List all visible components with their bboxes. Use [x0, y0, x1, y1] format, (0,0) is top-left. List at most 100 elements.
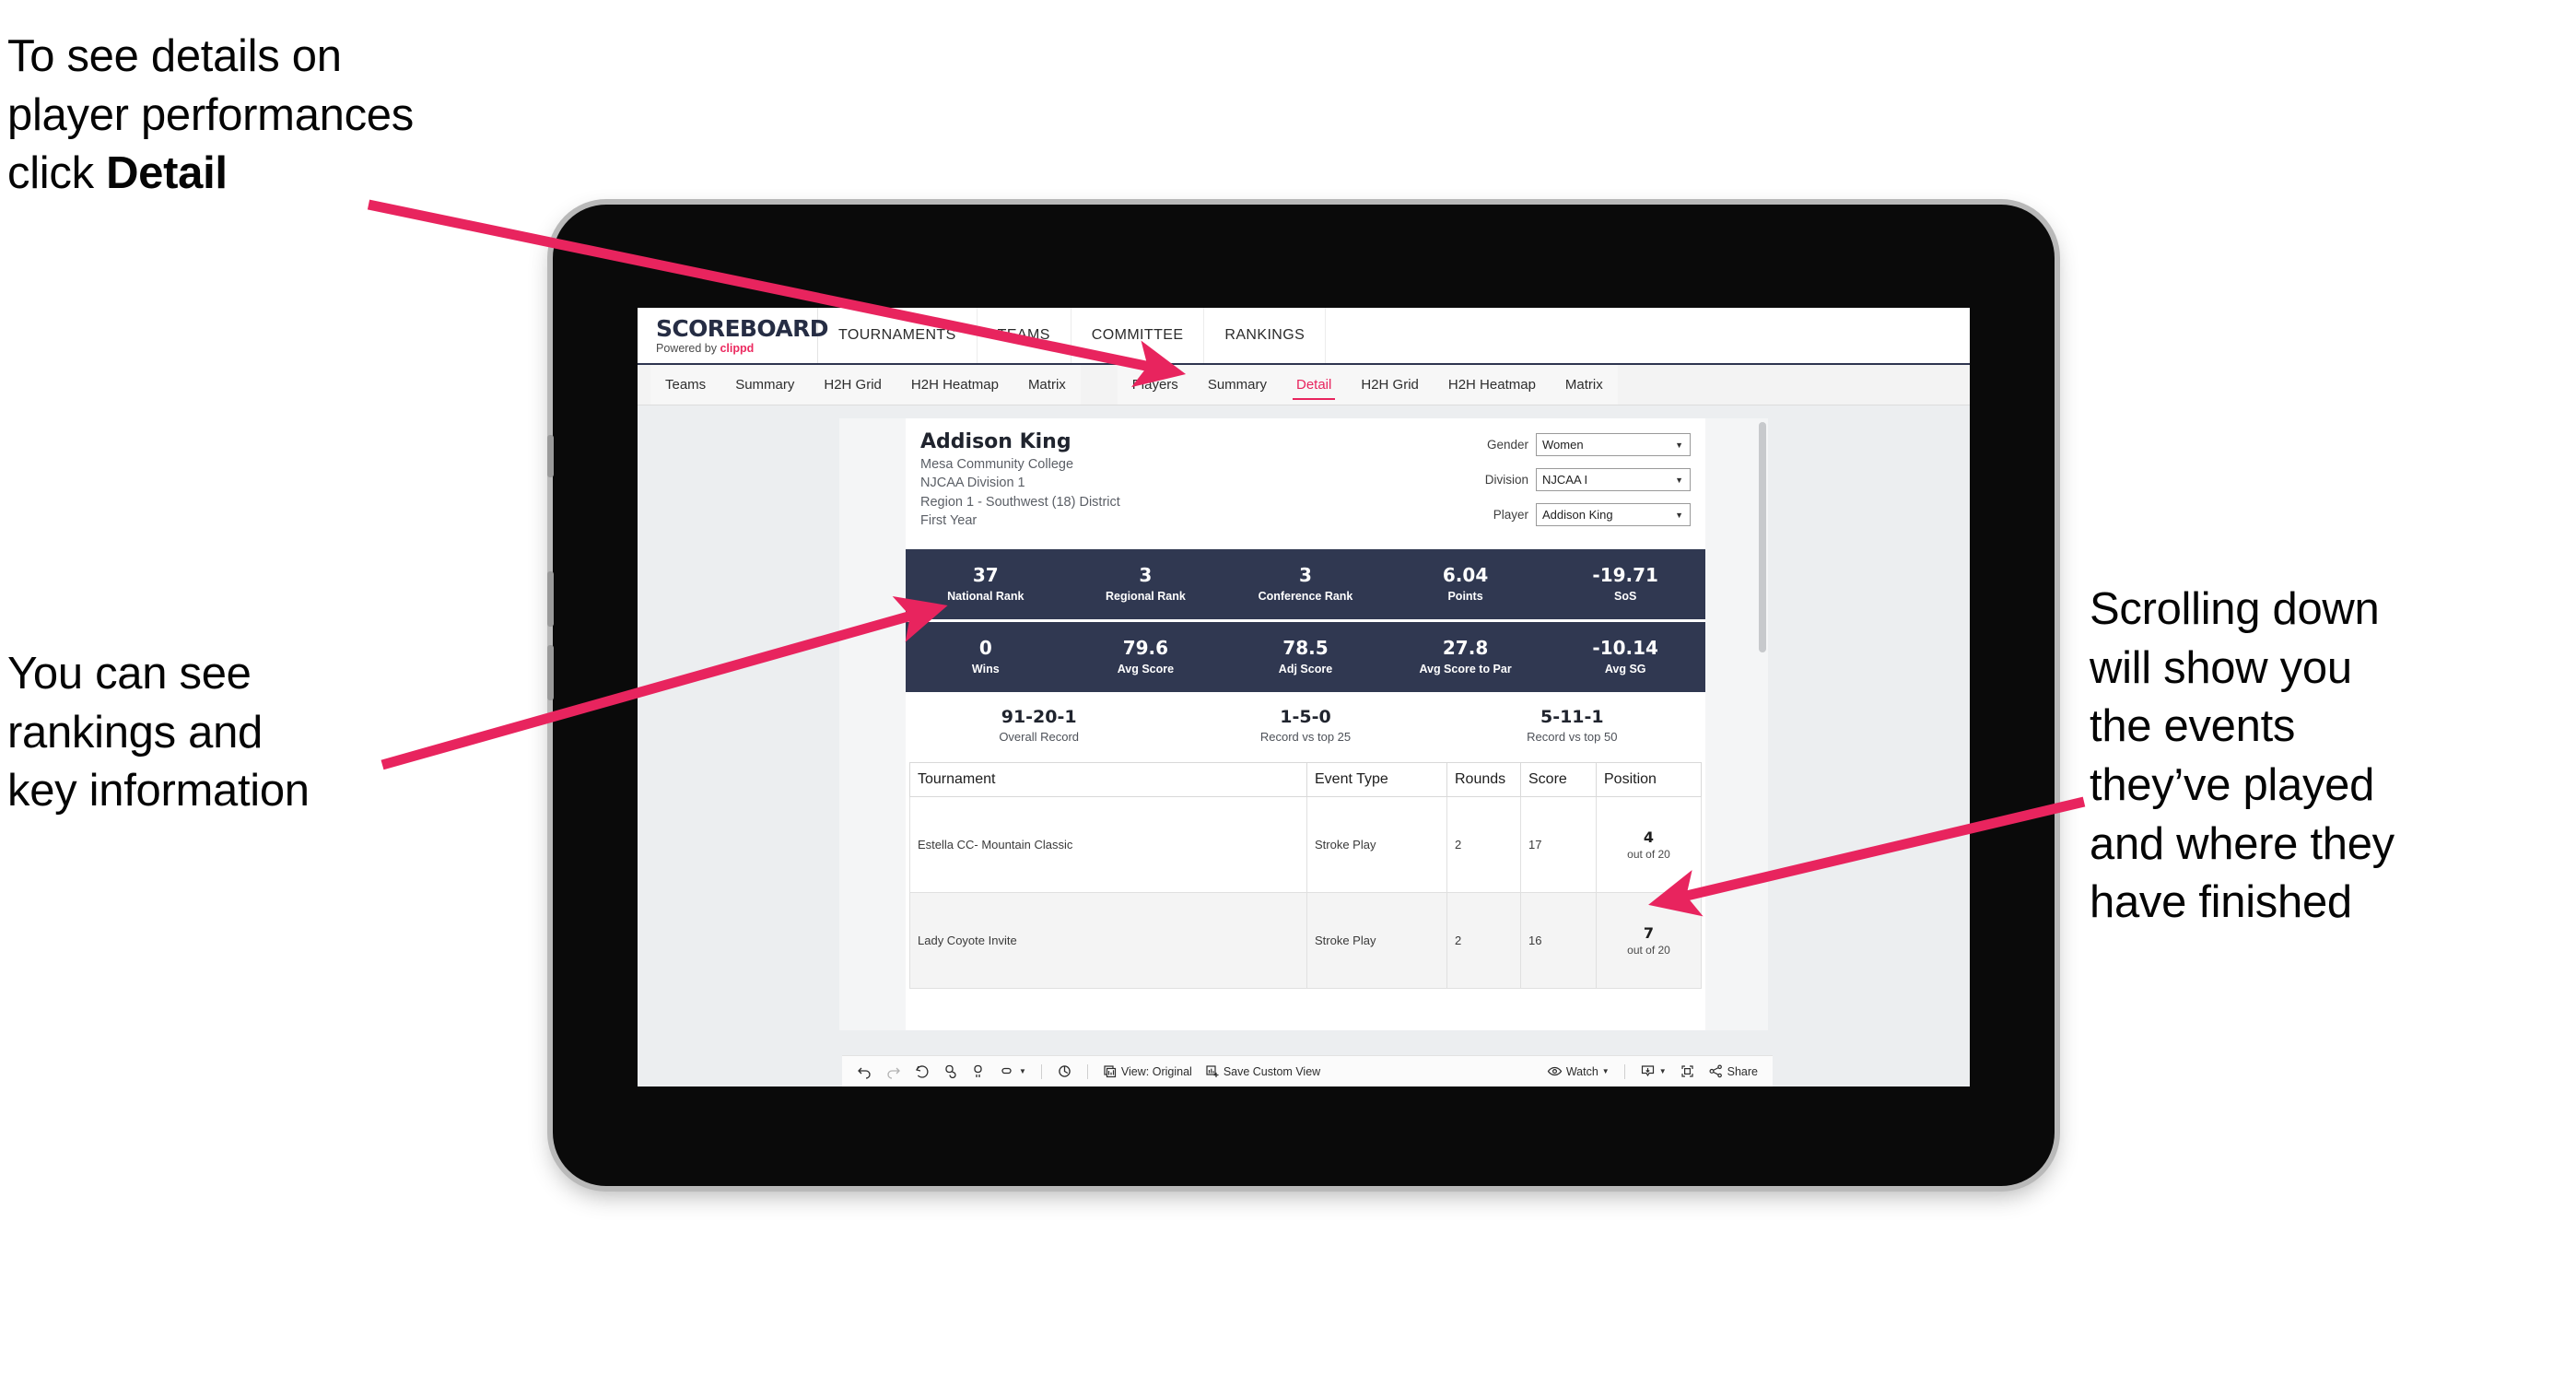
filter-gender: Gender Women ▼ — [1442, 433, 1691, 456]
tab-players-h2h-grid[interactable]: H2H Grid — [1346, 365, 1434, 405]
tab-teams-summary[interactable]: Summary — [720, 365, 809, 405]
filter-gender-select[interactable]: Women ▼ — [1536, 433, 1691, 456]
table-row[interactable]: Estella CC- Mountain Classic Stroke Play… — [909, 796, 1702, 893]
app-logo-wordmark: SCOREBOARD — [656, 314, 829, 342]
watch-label: Watch — [1565, 1064, 1598, 1078]
tablet-device: SCOREBOARD Powered by clippd TOURNAMENTS… — [547, 205, 2055, 1186]
stat-value: -10.14 — [1592, 637, 1658, 659]
download-icon[interactable]: ▼ — [1634, 1060, 1672, 1084]
annotation-top-left: To see details on player performances cl… — [7, 28, 615, 204]
position-value: 7 — [1643, 924, 1655, 942]
stat-adj-score: 78.5 Adj Score — [1225, 637, 1386, 675]
app-logo-tagline-brand: clippd — [720, 341, 755, 355]
stat-wins: 0 Wins — [906, 637, 1066, 675]
top-nav-item-committee[interactable]: COMMITTEE — [1071, 308, 1205, 363]
stat-value: 78.5 — [1282, 637, 1329, 659]
tab-players-detail[interactable]: Detail — [1282, 365, 1346, 405]
col-header-rounds[interactable]: Rounds — [1446, 762, 1521, 797]
top-nav-item-rankings[interactable]: RANKINGS — [1204, 308, 1327, 363]
app-logo[interactable]: SCOREBOARD Powered by clippd — [638, 308, 829, 363]
stat-avg-sg: -10.14 Avg SG — [1545, 637, 1705, 675]
filter-division-value: NJCAA I — [1542, 473, 1588, 487]
record-row: 91-20-1 Overall Record 1-5-0 Record vs t… — [906, 692, 1705, 757]
stat-label: Conference Rank — [1258, 590, 1353, 603]
tab-teams[interactable]: Teams — [650, 365, 720, 405]
history-dropdown-icon[interactable]: ▼ — [994, 1060, 1032, 1084]
tab-teams-h2h-grid[interactable]: H2H Grid — [809, 365, 896, 405]
stat-sos: -19.71 SoS — [1545, 564, 1705, 603]
toolbar-divider — [1040, 1063, 1042, 1079]
record-value: 1-5-0 — [1280, 707, 1331, 727]
toolbar-divider — [1623, 1063, 1625, 1079]
player-info: Addison King Mesa Community College NJCA… — [920, 429, 1442, 538]
stat-label: National Rank — [947, 590, 1025, 603]
top-nav-item-teams[interactable]: TEAMS — [978, 308, 1071, 363]
annotation-top-left-bold: Detail — [106, 148, 228, 199]
dashboard-card: Addison King Mesa Community College NJCA… — [839, 418, 1768, 1030]
stat-value: 37 — [972, 564, 999, 586]
share-button[interactable]: Share — [1703, 1060, 1763, 1084]
fullscreen-icon[interactable] — [1674, 1060, 1701, 1084]
stat-value: 27.8 — [1442, 637, 1489, 659]
tab-players-matrix[interactable]: Matrix — [1551, 365, 1618, 405]
filter-player: Player Addison King ▼ — [1442, 503, 1691, 526]
col-header-position[interactable]: Position — [1596, 762, 1702, 797]
stat-regional-rank: 3 Regional Rank — [1066, 564, 1226, 603]
top-nav-item-tournaments[interactable]: TOURNAMENTS — [818, 308, 978, 363]
col-header-tournament[interactable]: Tournament — [909, 762, 1307, 797]
record-value: 5-11-1 — [1540, 707, 1604, 727]
view-original-button[interactable]: View: Original — [1097, 1060, 1198, 1084]
col-header-event-type[interactable]: Event Type — [1306, 762, 1447, 797]
vertical-scrollbar[interactable] — [1759, 422, 1766, 652]
player-region: Region 1 - Southwest (18) District — [920, 494, 1120, 510]
cell-tournament: Estella CC- Mountain Classic — [909, 796, 1307, 893]
chevron-down-icon: ▼ — [1675, 475, 1683, 485]
viz-area: Addison King Mesa Community College NJCA… — [638, 405, 1970, 1086]
filter-gender-label: Gender — [1486, 438, 1528, 452]
stat-band-scoring: 0 Wins 79.6 Avg Score 78.5 Adj Score 27.… — [906, 622, 1705, 692]
tab-players[interactable]: Players — [1118, 365, 1193, 405]
filter-player-select[interactable]: Addison King ▼ — [1536, 503, 1691, 526]
viz-toolbar: ▼ View: Original Save Custom View Watch … — [842, 1055, 1773, 1086]
top-nav: TOURNAMENTS TEAMS COMMITTEE RANKINGS — [818, 308, 1327, 363]
tablet-button-top — [547, 435, 554, 477]
save-custom-view-button[interactable]: Save Custom View — [1200, 1060, 1326, 1084]
refresh-icon[interactable] — [937, 1060, 964, 1084]
record-overall: 91-20-1 Overall Record — [906, 707, 1172, 744]
watch-button[interactable]: Watch ▼ — [1541, 1060, 1615, 1084]
record-label: Record vs top 25 — [1259, 730, 1352, 744]
stat-label: Avg Score to Par — [1419, 663, 1512, 675]
filter-division-select[interactable]: NJCAA I ▼ — [1536, 468, 1691, 491]
pause-auto-update-icon[interactable] — [1051, 1060, 1078, 1084]
table-header-row: Tournament Event Type Rounds Score Posit… — [909, 762, 1702, 797]
tab-group-teams: Teams Summary H2H Grid H2H Heatmap Matri… — [650, 365, 1081, 405]
player-division: NJCAA Division 1 — [920, 476, 1025, 491]
stat-value: -19.71 — [1592, 564, 1658, 586]
revert-icon[interactable] — [908, 1060, 935, 1084]
stat-value: 0 — [978, 637, 992, 659]
position-out-of: out of 20 — [1627, 944, 1670, 957]
table-row[interactable]: Lady Coyote Invite Stroke Play 2 16 7 ou… — [909, 892, 1702, 989]
tab-teams-matrix[interactable]: Matrix — [1013, 365, 1081, 405]
tab-players-h2h-heatmap[interactable]: H2H Heatmap — [1434, 365, 1551, 405]
col-header-score[interactable]: Score — [1520, 762, 1597, 797]
position-value: 4 — [1643, 828, 1655, 846]
record-vs-top-50: 5-11-1 Record vs top 50 — [1439, 707, 1705, 744]
stat-band-rankings: 37 National Rank 3 Regional Rank 3 Confe… — [906, 549, 1705, 619]
cell-event-type: Stroke Play — [1306, 892, 1447, 989]
record-value: 91-20-1 — [1001, 707, 1077, 727]
pause-updates-icon[interactable] — [966, 1060, 992, 1084]
redo-icon[interactable] — [880, 1060, 907, 1084]
cell-score: 16 — [1520, 892, 1597, 989]
events-table: Tournament Event Type Rounds Score Posit… — [909, 762, 1702, 989]
tab-teams-h2h-heatmap[interactable]: H2H Heatmap — [896, 365, 1013, 405]
undo-icon[interactable] — [851, 1060, 878, 1084]
app-logo-tagline: Powered by clippd — [656, 343, 817, 355]
cell-tournament: Lady Coyote Invite — [909, 892, 1307, 989]
tab-players-summary[interactable]: Summary — [1193, 365, 1282, 405]
cell-position: 4 out of 20 — [1596, 796, 1702, 893]
stat-value: 3 — [1139, 564, 1153, 586]
chevron-down-icon: ▼ — [1658, 1067, 1667, 1075]
view-original-label: View: Original — [1120, 1064, 1192, 1078]
player-school: Mesa Community College — [920, 456, 1074, 472]
